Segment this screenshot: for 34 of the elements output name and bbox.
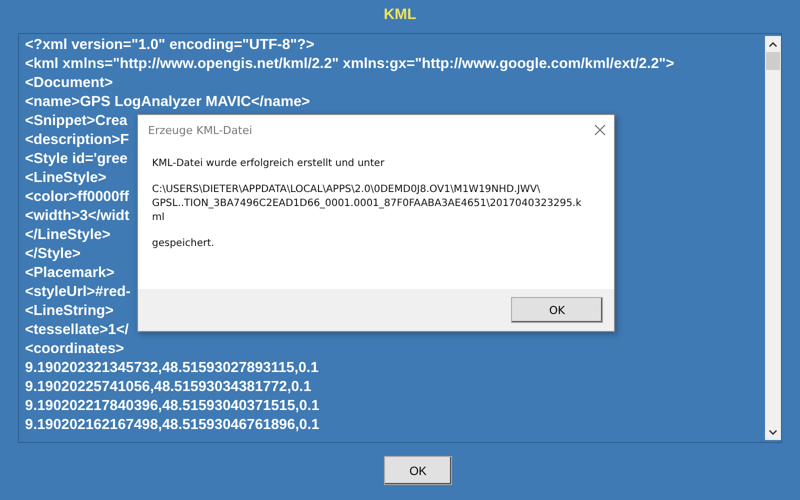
kml-code-line: 9.190202321345732,48.51593027893115,0.1 (25, 359, 319, 378)
dialog-message: KML-Datei wurde erfolgreich erstellt und unter (152, 157, 384, 171)
dialog-ok-button[interactable]: OK (511, 297, 603, 323)
scroll-thumb[interactable] (766, 52, 780, 70)
kml-code-line: <coordinates> (25, 340, 124, 359)
window-title: KML (384, 6, 416, 23)
kml-code-line: <width>3</widt (25, 207, 130, 226)
scrollbar[interactable] (765, 36, 781, 440)
kml-code-line: <color>ff0000ff (25, 188, 129, 207)
kml-code-line: 9.19020225741056,48.51593034381772,0.1 (25, 378, 312, 397)
kml-code-line: <Placemark> (25, 264, 114, 283)
kml-code-line: <Style id='gree (25, 150, 128, 169)
kml-code-line: <Document> (25, 74, 113, 93)
dialog-message: gespeichert. (152, 237, 214, 251)
dialog-message: C:\USERS\DIETER\APPDATA\LOCAL\APPS\2.0\0DEMD0J8.OV1\M1W19NHD.JWV\ GPSL..TION_3BA7496C2EAD1D66_0001.0001_87F0FAABA3AE4651\2017040323295.k ml (152, 183, 582, 225)
kml-code-line: <tessellate>1</ (25, 321, 129, 340)
kml-code-line: 9.190202217840396,48.51593040371515,0.1 (25, 397, 320, 416)
scroll-up-icon[interactable] (769, 42, 777, 46)
text-area[interactable] (18, 33, 782, 443)
kml-code-line: <kml xmlns="http://www.opengis.net/kml/2.2" xmlns:gx="http://www.google.com/kml/ext/2.2"> (25, 55, 674, 74)
close-icon[interactable] (594, 124, 606, 136)
kml-code-line: <LineStyle> (25, 169, 106, 188)
kml-code-line: <styleUrl>#red- (25, 283, 131, 302)
scroll-down-icon[interactable] (769, 430, 777, 434)
kml-code-line: </Style> (25, 245, 81, 264)
kml-code-line: <description>F (25, 131, 129, 150)
kml-code-line: <name>GPS LogAnalyzer MAVIC</name> (25, 93, 310, 112)
kml-code-line: <?xml version="1.0" encoding="UTF-8"?> (25, 36, 314, 55)
kml-code-line: <Snippet>Crea (25, 112, 128, 131)
ok-button[interactable]: OK (384, 456, 452, 485)
kml-code-line: </LineStyle> (25, 226, 110, 245)
kml-code-line: <LineString> (25, 302, 114, 321)
kml-code-line: 9.190202162167498,48.51593046761896,0.1 (25, 416, 320, 435)
dialog-title: Erzeuge KML-Datei (148, 124, 252, 136)
